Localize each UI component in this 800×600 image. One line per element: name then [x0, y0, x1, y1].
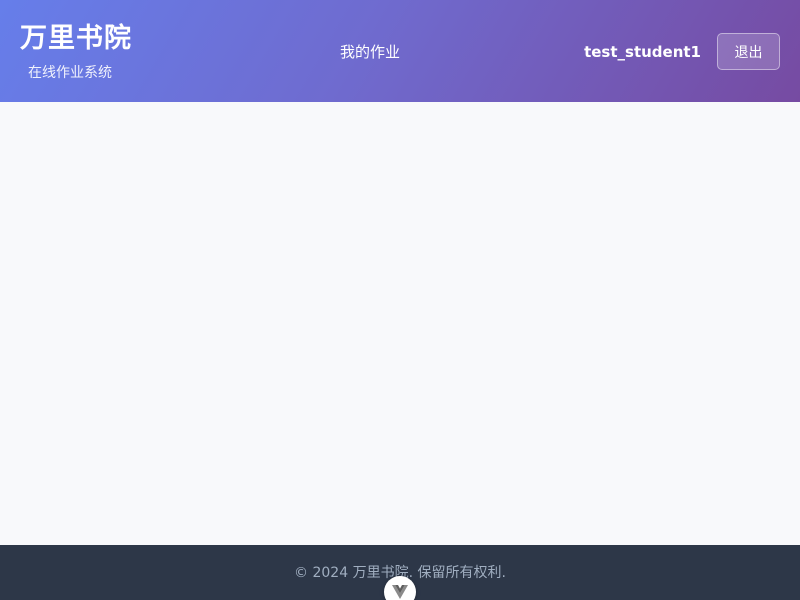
brand: 万里书院 在线作业系统	[20, 20, 132, 83]
top-header: 万里书院 在线作业系统 我的作业 test_student1 退出	[0, 0, 800, 102]
main-content	[0, 102, 800, 545]
nav-item-my-assignments[interactable]: 我的作业	[340, 43, 400, 61]
username-label: test_student1	[584, 42, 701, 61]
brand-title: 万里书院	[20, 23, 132, 54]
brand-subtitle: 在线作业系统	[28, 65, 112, 81]
main-nav: 我的作业	[340, 42, 400, 62]
vue-logo-glyph	[392, 585, 408, 599]
app-root: 万里书院 在线作业系统 我的作业 test_student1 退出 © 2024…	[0, 0, 800, 600]
logout-button[interactable]: 退出	[717, 33, 780, 70]
vue-logo-icon[interactable]	[384, 576, 416, 600]
user-area: test_student1 退出	[584, 33, 780, 70]
